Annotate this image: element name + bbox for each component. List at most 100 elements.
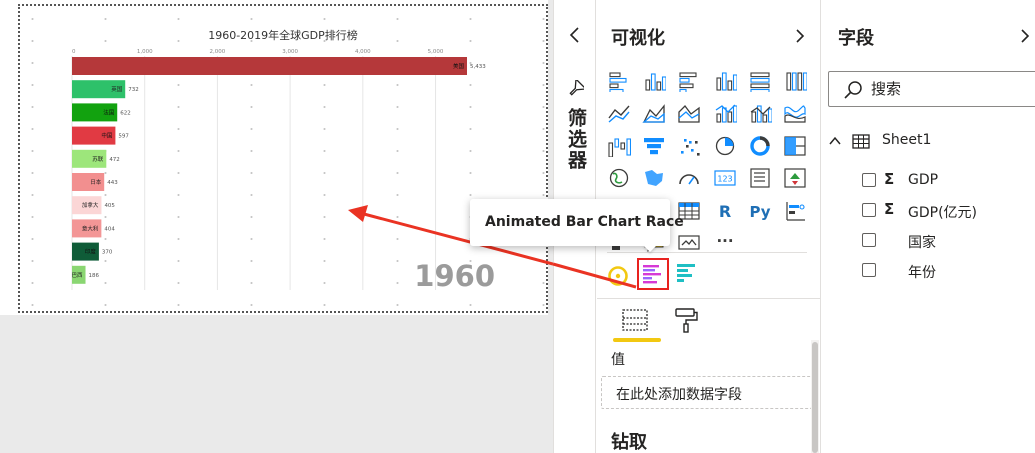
table-sheet1[interactable]: Sheet1	[826, 130, 1031, 154]
svg-text:Py: Py	[749, 203, 770, 221]
treemap-icon[interactable]	[783, 135, 807, 157]
tabs-divider	[597, 298, 821, 299]
bar-category-label: 美国	[453, 62, 465, 70]
fields-pane: 字段 Sheet1 Σ GDP Σ GDP(亿元) 国家年份	[822, 0, 1035, 453]
funnel-filter-icon	[569, 80, 584, 96]
chevron-right-icon[interactable]	[1018, 27, 1032, 45]
paint-roller-format-icon[interactable]	[673, 306, 699, 334]
bar-value-label: 405	[104, 203, 115, 209]
value-well-label: 值	[611, 352, 625, 368]
clustered-bar-chart-icon[interactable]	[677, 70, 701, 94]
line-chart-icon[interactable]	[607, 102, 631, 124]
bar-category-label: 苏联	[92, 155, 104, 163]
chevron-right-icon[interactable]	[793, 27, 807, 45]
value-field-well[interactable]: 在此处添加数据字段	[601, 376, 812, 409]
gauge-icon[interactable]	[677, 167, 701, 189]
field-name: GDP	[908, 172, 939, 188]
x-tick-label: 4,000	[355, 49, 371, 55]
field-item[interactable]: 年份	[860, 260, 1035, 281]
kpi-icon[interactable]	[783, 167, 807, 189]
horizontal-bar-icon[interactable]	[675, 260, 703, 288]
line-and-column-chart-icon[interactable]	[713, 102, 738, 124]
field-checkbox[interactable]	[862, 233, 876, 247]
fields-search-input[interactable]	[871, 78, 1031, 100]
table-name: Sheet1	[882, 132, 932, 148]
gallery-divider	[607, 252, 807, 253]
sigma-icon: Σ	[884, 170, 895, 188]
field-item[interactable]: 国家	[860, 230, 1035, 251]
line-and-clustered-column-chart-icon[interactable]	[748, 102, 773, 124]
bar-category-label: 巴西	[72, 272, 84, 279]
python-visual-icon[interactable]: Py	[748, 200, 772, 222]
fields-search-box[interactable]	[828, 71, 1035, 107]
chevron-up-icon[interactable]	[828, 135, 842, 147]
field-item[interactable]: Σ GDP(亿元)	[860, 200, 1035, 221]
bar-category-label: 中国	[101, 132, 113, 140]
field-checkbox[interactable]	[862, 173, 876, 187]
fields-title: 字段	[838, 28, 874, 49]
bar-category-label: 意大利	[82, 224, 99, 232]
paginated-report-icon[interactable]: ···	[713, 232, 737, 254]
svg-text:···: ···	[716, 232, 733, 250]
field-item[interactable]: Σ GDP	[860, 170, 1035, 190]
bar-value-label: 370	[102, 250, 113, 256]
r-visual-icon[interactable]: R	[713, 200, 737, 222]
drillthrough-title: 钻取	[611, 432, 647, 453]
tooltip-pointer	[643, 245, 657, 252]
bar-chart-race-chart[interactable]: 1960-2019年全球GDP排行榜 0 1,000 2,000 3,000 4,000…	[0, 0, 553, 315]
key-influencers-icon[interactable]	[783, 200, 807, 222]
visual-tooltip: Animated Bar Chart Race	[470, 199, 684, 246]
filters-label[interactable]: 筛选器	[562, 108, 590, 171]
ribbon-chart-icon[interactable]	[783, 102, 807, 124]
bar-category-label: 英国	[111, 85, 123, 93]
pane-scrollbar-thumb[interactable]	[812, 342, 818, 453]
donut-chart-icon[interactable]	[748, 135, 772, 157]
multi-row-card-icon[interactable]	[748, 167, 772, 189]
bar-value-label: 597	[118, 134, 129, 140]
fields-wells-tab-icon[interactable]	[621, 306, 649, 334]
sigma-icon: Σ	[884, 200, 895, 218]
bar-value-label: 443	[107, 180, 118, 186]
bar-value-label: 5,433	[470, 64, 486, 70]
x-tick-label: 3,000	[282, 49, 298, 55]
field-checkbox[interactable]	[862, 263, 876, 277]
x-tick-label: 0	[72, 49, 76, 55]
chevron-left-icon[interactable]	[567, 25, 583, 45]
chart-title: 1960-2019年全球GDP排行榜	[208, 28, 358, 42]
100-stacked-bar-chart-icon[interactable]	[748, 70, 772, 94]
bar-value-label: 472	[109, 157, 120, 163]
field-name: 年份	[908, 265, 936, 281]
stacked-bar-chart-icon[interactable]	[607, 70, 631, 94]
x-tick-label: 1,000	[137, 49, 153, 55]
funnel-chart-icon[interactable]	[642, 135, 666, 157]
bar-value-label: 186	[89, 273, 100, 279]
card-icon[interactable]: 123	[713, 167, 737, 189]
bar-value-label: 732	[128, 87, 139, 93]
bar[interactable]	[72, 57, 467, 75]
stacked-area-chart-icon[interactable]	[677, 102, 701, 124]
field-checkbox[interactable]	[862, 203, 876, 217]
search-icon	[844, 81, 862, 99]
svg-text:R: R	[718, 202, 730, 221]
x-tick-label: 2,000	[210, 49, 226, 55]
field-name: GDP(亿元)	[908, 205, 977, 221]
waterfall-chart-icon[interactable]	[607, 135, 632, 158]
filled-map-icon[interactable]	[642, 167, 666, 189]
x-tick-label: 5,000	[428, 49, 444, 55]
scatter-chart-icon[interactable]	[677, 135, 701, 157]
bar-category-label: 法国	[103, 108, 115, 116]
stacked-column-chart-icon[interactable]	[642, 70, 667, 92]
smart-narrative-icon[interactable]	[677, 232, 701, 254]
map-icon[interactable]	[607, 167, 631, 189]
bar-value-label: 404	[104, 226, 115, 232]
bar-category-label: 印度	[85, 248, 97, 256]
visualizations-title: 可视化	[611, 28, 665, 49]
area-chart-icon[interactable]	[642, 102, 666, 124]
bar-category-label: 加拿大	[82, 201, 99, 209]
pie-chart-icon[interactable]	[713, 135, 737, 157]
svg-text:123: 123	[717, 175, 732, 184]
active-tab-underline	[613, 338, 661, 342]
clustered-column-chart-icon[interactable]	[713, 70, 738, 92]
100-stacked-column-chart-icon[interactable]	[783, 70, 808, 92]
bar-value-label: 622	[120, 110, 131, 116]
